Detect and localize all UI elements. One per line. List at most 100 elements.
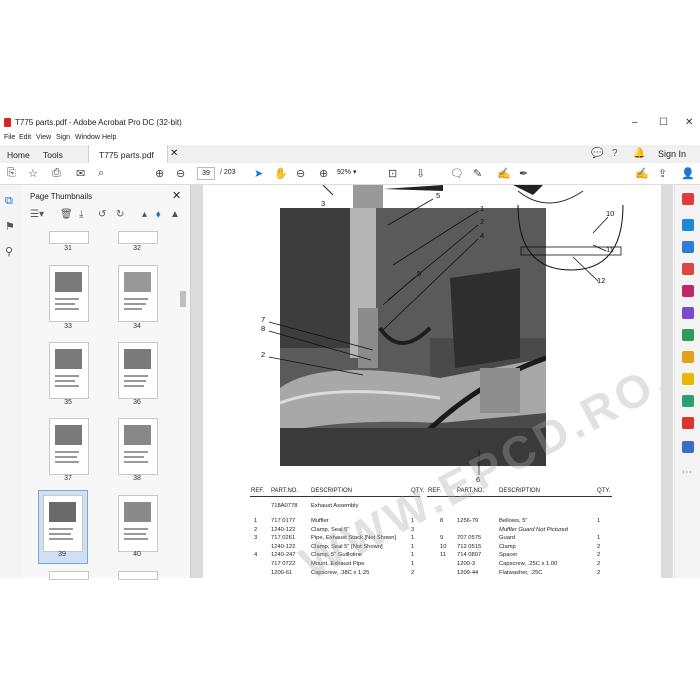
tab-document[interactable]: T775 parts.pdf [88,145,168,163]
page-thumbnail[interactable] [118,495,158,552]
zoom-in-thumbs-icon[interactable]: ▲ [170,209,180,220]
page-thumbnails-icon[interactable]: ⧉ [5,195,13,208]
search-icon[interactable]: ⌕ [98,167,104,180]
page-thumbnail[interactable] [49,571,89,580]
page-thumbnail[interactable] [49,342,89,399]
print-icon[interactable]: ⎙ [52,167,61,180]
rotate-right-icon[interactable]: ↻ [116,209,124,220]
tab-close-icon[interactable]: ✕ [170,148,178,159]
page-thumbnail[interactable] [49,418,89,475]
extract-page-icon[interactable]: ⤓ [79,209,83,220]
combine-files-icon[interactable] [682,241,694,253]
bookmark-star-icon[interactable]: ☆ [28,167,38,180]
fit-page-icon[interactable]: ⊡ [388,167,397,180]
col-qty: QTY. [597,488,611,494]
options-menu-icon[interactable]: ☰▾ [30,209,44,220]
tab-bar: Home Tools T775 parts.pdf ✕ 💬 ? 🔔 Sign I… [0,145,700,164]
print-production-icon[interactable] [682,395,694,407]
thumbnail-label: 39 [58,551,66,558]
cell-desc: Muffler Guard Not Pictured [499,526,568,533]
thumbnail-label: 36 [133,399,141,406]
page-thumbnail[interactable] [118,265,158,322]
tab-tools[interactable]: Tools [43,150,63,160]
page-thumbnail-current[interactable] [43,495,83,552]
scroll-mode-icon[interactable]: ⇩ [416,167,425,180]
page-total: / 203 [220,169,236,176]
cell-qty: 1 [597,535,601,542]
page-thumbnail[interactable] [118,342,158,399]
select-cursor-icon[interactable]: ➤ [254,167,263,180]
close-panel-icon[interactable]: ✕ [172,189,181,202]
share-icon[interactable]: ⇪ [658,167,667,180]
organize-pages-icon[interactable] [682,263,694,275]
send-review-icon[interactable] [682,417,694,429]
next-page-icon[interactable]: ⊖ [176,167,185,180]
help-icon[interactable]: ? [612,148,618,159]
bookmarks-icon[interactable]: ⚑ [5,220,15,233]
cell-part: 1256-79 [457,518,479,524]
tab-home[interactable]: Home [7,150,30,160]
menu-window[interactable]: Window [75,134,100,141]
cell-qty: 2 [597,569,601,576]
sign-in-link[interactable]: Sign In [658,149,686,159]
pen-icon[interactable]: ✎ [473,167,482,180]
table-row: 1200-3 Capscrew, .25C x 1.00 2 [428,561,661,569]
fill-sign-tool-icon[interactable] [682,307,694,319]
page-thumbnail[interactable] [118,571,158,580]
zoom-out-icon[interactable]: ⊖ [296,167,305,180]
comment-icon[interactable]: 🗨 [450,167,464,180]
delete-page-icon[interactable]: 🗑 [60,209,73,220]
export-excel-icon[interactable] [682,329,694,341]
scan-ocr-icon[interactable] [682,351,694,363]
cell-desc: Spacer [499,552,518,559]
cell-part: 717 0177 [271,518,296,524]
thumbnail-label: 40 [133,551,141,558]
page-thumbnail[interactable] [118,231,158,244]
cell-part: 714 0807 [457,552,482,559]
menu-view[interactable]: View [36,134,51,141]
page-thumbnail[interactable] [49,265,89,322]
tab-document-label: T775 parts.pdf [99,150,154,160]
callout-number: 1 [480,204,485,213]
menu-help[interactable]: Help [102,134,116,141]
account-icon[interactable]: 👤 [681,167,695,180]
page-number-input[interactable]: 39 [197,167,215,180]
cell-desc: Clamp [499,543,516,550]
prev-page-icon[interactable]: ⊕ [155,167,164,180]
menu-sign[interactable]: Sign [56,134,70,141]
zoom-in-icon[interactable]: ⊕ [319,167,328,180]
page-thumbnail[interactable] [49,231,89,244]
maximize-icon[interactable]: ☐ [659,117,668,128]
chat-icon[interactable]: 💬 [591,148,603,159]
mail-icon[interactable]: ✉ [76,167,85,180]
zoom-out-thumbs-icon[interactable]: ▴ [142,209,147,220]
export-pdf-icon[interactable] [682,193,694,205]
close-window-icon[interactable]: ✕ [685,117,693,128]
cell-qty: 1 [411,552,415,559]
protect-icon[interactable] [682,441,694,453]
create-pdf-icon[interactable]: ⎘ [7,167,16,180]
attachments-icon[interactable]: ⚲ [5,245,13,258]
menu-file[interactable]: File [4,134,15,141]
thumbnails-scrollbar[interactable] [180,291,186,307]
edit-pdf-icon[interactable] [682,285,694,297]
hand-tool-icon[interactable]: ✋ [274,167,288,180]
rotate-left-icon[interactable]: ↺ [98,209,106,220]
cell-qty: 2 [597,552,601,559]
callout-number: 7 [261,315,266,324]
draw-icon[interactable]: ✍ [497,167,511,180]
zoom-level-select[interactable]: 92% ▾ [337,167,367,178]
bell-icon[interactable]: 🔔 [633,148,645,159]
thumb-size-slider[interactable]: ⬧ [156,209,161,220]
minimize-icon[interactable]: – [632,117,638,128]
cell-qty: 2 [411,569,415,576]
fill-sign-icon[interactable]: ✒ [519,167,528,180]
sign-pen-icon[interactable]: ✍ [635,167,649,180]
cell-ref: 10 [440,543,447,550]
comment-tool-icon[interactable] [682,373,694,385]
menu-edit[interactable]: Edit [19,134,31,141]
callout-number: 11 [606,245,614,254]
page-thumbnail[interactable] [118,418,158,475]
more-tools-icon[interactable]: ⋯ [682,467,694,479]
create-pdf-tool-icon[interactable] [682,219,694,231]
